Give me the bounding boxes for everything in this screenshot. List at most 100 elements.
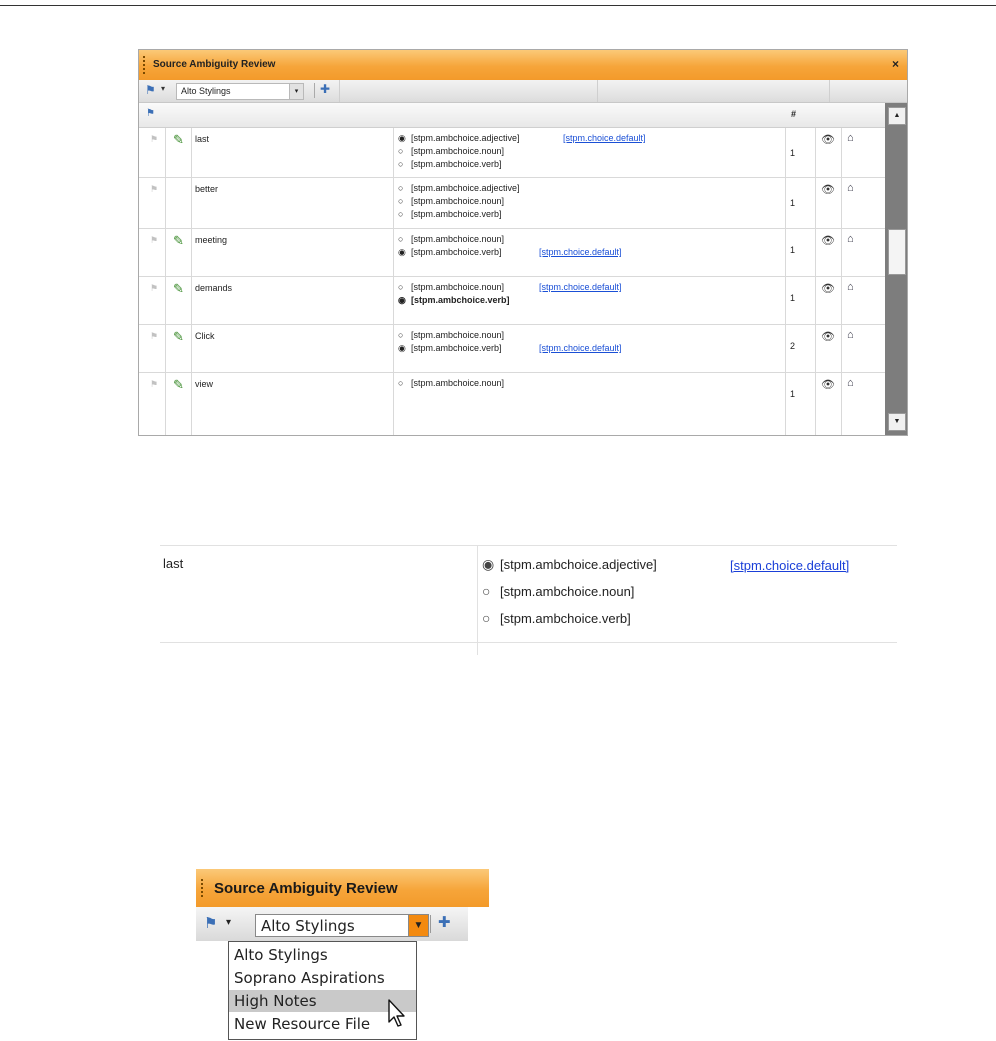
radio-checked-icon[interactable]: ◉ [398, 133, 407, 144]
radio-unchecked-icon[interactable]: ○ [398, 159, 407, 169]
flag-menu-caret-icon[interactable]: ▾ [226, 917, 231, 928]
source-word: view [195, 379, 214, 389]
dropdown-panel-titlebar[interactable]: Source Ambiguity Review [196, 869, 489, 907]
binoculars-icon[interactable]: 👁 [821, 330, 835, 343]
flag-menu-caret-icon[interactable]: ▾ [161, 84, 165, 93]
flag-icon[interactable]: ⚑ [150, 283, 158, 294]
resource-icon[interactable]: ⌂ [847, 182, 854, 194]
column-divider [477, 545, 478, 655]
choice-label: [stpm.ambchoice.verb] [500, 611, 631, 626]
close-icon[interactable]: × [892, 57, 899, 71]
radio-checked-icon[interactable]: ◉ [398, 295, 407, 306]
grid-header: ⚑ # [139, 103, 885, 128]
choice-option[interactable]: ◉ [stpm.ambchoice.verb] [398, 247, 502, 258]
choice-option[interactable]: ○ [stpm.ambchoice.adjective] [398, 183, 520, 193]
choice-option[interactable]: ○ [stpm.ambchoice.noun] [398, 282, 504, 292]
choice-label: [stpm.ambchoice.verb] [411, 247, 502, 257]
row-top-border [160, 545, 897, 546]
scroll-down-icon[interactable]: ▼ [888, 413, 906, 431]
resource-icon[interactable]: ⌂ [847, 281, 854, 293]
page-top-rule [0, 5, 996, 6]
radio-checked-icon[interactable]: ◉ [482, 556, 500, 573]
vertical-scrollbar[interactable]: ▲ ▼ [885, 103, 907, 435]
chevron-down-icon[interactable]: ▾ [289, 84, 303, 99]
radio-unchecked-icon[interactable]: ○ [398, 146, 407, 156]
save-icon[interactable]: ✚ [320, 82, 330, 96]
flag-column-icon[interactable]: ⚑ [146, 108, 155, 119]
resource-icon[interactable]: ⌂ [847, 132, 854, 144]
panel-title: Source Ambiguity Review [214, 880, 398, 897]
radio-unchecked-icon[interactable]: ○ [398, 234, 407, 244]
binoculars-icon[interactable]: 👁 [821, 282, 835, 295]
default-choice-link[interactable]: [stpm.choice.default] [539, 343, 622, 353]
table-row: ⚑ better ○ [stpm.ambchoice.adjective] ○ [stpm… [139, 178, 885, 229]
binoculars-icon[interactable]: 👁 [821, 183, 835, 196]
default-choice-link[interactable]: [stpm.choice.default] [539, 247, 622, 257]
toolbar-divider [597, 80, 598, 102]
source-word: last [195, 134, 210, 144]
binoculars-icon[interactable]: 👁 [821, 234, 835, 247]
resource-select[interactable]: Alto Stylings ▼ [255, 914, 429, 937]
choice-option[interactable]: ○ [stpm.ambchoice.verb] [482, 610, 631, 626]
binoculars-icon[interactable]: 👁 [821, 133, 835, 146]
scrollbar-thumb[interactable] [888, 229, 906, 275]
radio-unchecked-icon[interactable]: ○ [398, 209, 407, 219]
chevron-down-icon[interactable]: ▼ [408, 915, 428, 936]
flag-icon[interactable]: ⚑ [150, 331, 158, 342]
choice-option[interactable]: ○ [stpm.ambchoice.noun] [398, 378, 504, 388]
radio-unchecked-icon[interactable]: ○ [398, 196, 407, 206]
drag-grip-icon[interactable] [143, 56, 145, 74]
count-cell: 1 [790, 198, 796, 208]
flag-icon[interactable]: ⚑ [150, 379, 158, 390]
radio-checked-icon[interactable]: ◉ [398, 343, 407, 354]
choice-option[interactable]: ○ [stpm.ambchoice.noun] [398, 234, 504, 244]
table-row: ⚑ ✎ demands ○ [stpm.ambchoice.noun] [stpm.cho… [139, 277, 885, 325]
choice-option[interactable]: ◉ [stpm.ambchoice.adjective] [482, 556, 657, 573]
toolbar-divider [829, 80, 830, 102]
radio-checked-icon[interactable]: ◉ [398, 247, 407, 258]
flag-icon[interactable]: ⚑ [150, 134, 158, 145]
choice-option[interactable]: ○ [stpm.ambchoice.noun] [398, 146, 504, 156]
resource-icon[interactable]: ⌂ [847, 377, 854, 389]
default-choice-link[interactable]: [stpm.choice.default] [730, 558, 849, 573]
drag-grip-icon[interactable] [201, 879, 203, 899]
resource-icon[interactable]: ⌂ [847, 233, 854, 245]
default-choice-link[interactable]: [stpm.choice.default] [563, 133, 646, 143]
choice-option[interactable]: ◉ [stpm.ambchoice.verb] [398, 295, 510, 306]
radio-unchecked-icon[interactable]: ○ [398, 378, 407, 388]
flag-icon[interactable]: ⚑ [150, 184, 158, 195]
scroll-up-icon[interactable]: ▲ [888, 107, 906, 125]
radio-unchecked-icon[interactable]: ○ [482, 583, 500, 599]
count-cell: 2 [790, 341, 796, 351]
choice-option[interactable]: ○ [stpm.ambchoice.noun] [398, 330, 504, 340]
radio-unchecked-icon[interactable]: ○ [482, 610, 500, 626]
choice-option[interactable]: ◉ [stpm.ambchoice.adjective] [398, 133, 520, 144]
choice-option[interactable]: ◉ [stpm.ambchoice.verb] [398, 343, 502, 354]
binoculars-icon[interactable]: 👁 [821, 378, 835, 391]
toolbar-separator [430, 915, 431, 933]
choice-option[interactable]: ○ [stpm.ambchoice.verb] [398, 159, 502, 169]
zoomed-row-detail: last ◉ [stpm.ambchoice.adjective] ○ [stpm.a… [160, 545, 897, 655]
save-icon[interactable]: ✚ [438, 913, 451, 931]
flag-icon[interactable]: ⚑ [204, 914, 217, 932]
choice-label: [stpm.ambchoice.noun] [411, 282, 505, 292]
radio-unchecked-icon[interactable]: ○ [398, 330, 407, 340]
choice-option[interactable]: ○ [stpm.ambchoice.noun] [398, 196, 504, 206]
dropdown-option[interactable]: Soprano Aspirations [229, 967, 416, 989]
choice-option[interactable]: ○ [stpm.ambchoice.verb] [398, 209, 502, 219]
dropdown-option[interactable]: Alto Stylings [229, 944, 416, 966]
toolbar-separator [314, 83, 315, 98]
radio-unchecked-icon[interactable]: ○ [398, 183, 407, 193]
radio-unchecked-icon[interactable]: ○ [398, 282, 407, 292]
flag-icon[interactable]: ⚑ [150, 235, 158, 246]
resource-select[interactable]: Alto Stylings ▾ [176, 83, 304, 100]
panel-titlebar[interactable]: Source Ambiguity Review × [139, 50, 907, 80]
default-choice-link[interactable]: [stpm.choice.default] [539, 282, 622, 292]
ambiguity-grid: ⚑ # ⚑ ✎ last ◉ [stpm.ambchoice.adjective] [st… [139, 103, 885, 435]
count-cell: 1 [790, 245, 796, 255]
count-column-header[interactable]: # [791, 109, 796, 119]
choice-option[interactable]: ○ [stpm.ambchoice.noun] [482, 583, 634, 599]
resource-icon[interactable]: ⌂ [847, 329, 854, 341]
table-row: ⚑ ✎ meeting ○ [stpm.ambchoice.noun] ◉ [stpm.am… [139, 229, 885, 277]
flag-icon[interactable]: ⚑ [145, 83, 156, 97]
